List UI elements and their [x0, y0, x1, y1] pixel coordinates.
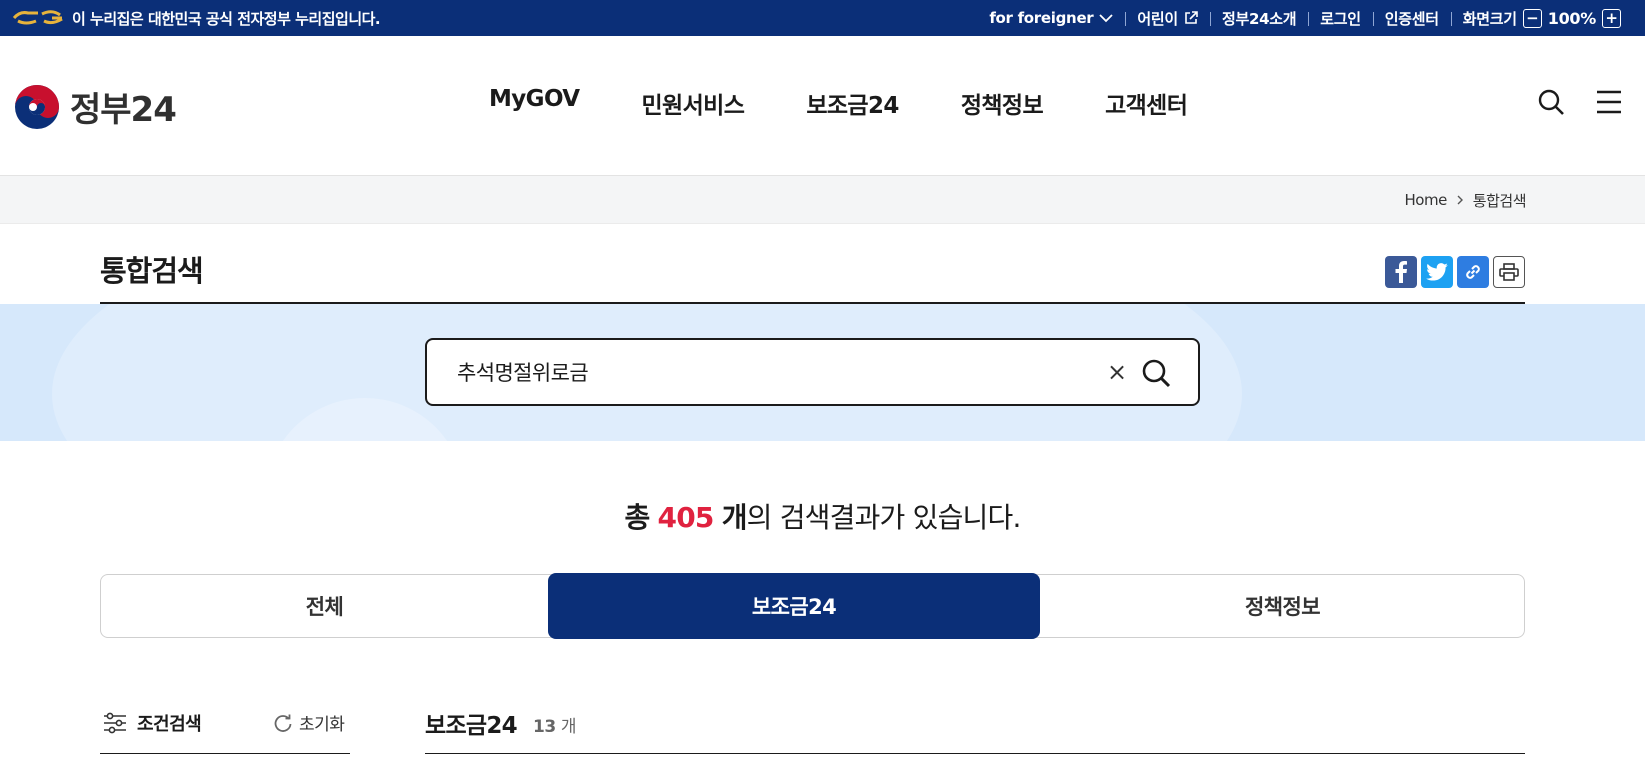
nav-item-policy-info[interactable]: 정책정보 — [961, 86, 1044, 120]
result-prefix: 총 — [624, 501, 650, 534]
nav-item-mygov[interactable]: MyGOV — [489, 86, 580, 120]
tab-all[interactable]: 전체 — [101, 574, 548, 638]
copy-link-button[interactable] — [1457, 256, 1489, 288]
facebook-share-button[interactable] — [1385, 256, 1417, 288]
search-input[interactable] — [457, 340, 1057, 404]
foreigner-label: for foreigner — [989, 9, 1094, 27]
gov-notice-text: 이 누리집은 대한민국 공식 전자정부 누리집입니다. — [72, 9, 381, 28]
link-icon — [1466, 265, 1480, 279]
site-header: 정부24 MyGOV 민원서비스 보조금24 정책정보 고객센터 — [0, 36, 1645, 176]
print-button[interactable] — [1493, 256, 1525, 288]
taegeuk-logo-icon — [15, 84, 59, 129]
filter-panel-header: 조건검색 초기화 — [100, 700, 350, 754]
page-title-row: 통합검색 — [100, 224, 1525, 304]
kids-label: 어린이 — [1137, 9, 1178, 28]
zoom-control: 화면크기 − 100% + — [1450, 8, 1633, 29]
zoom-out-button[interactable]: − — [1522, 8, 1542, 28]
login-label: 로그인 — [1320, 9, 1361, 28]
reset-filter-button[interactable]: 초기화 — [273, 710, 345, 735]
kids-link[interactable]: 어린이 — [1125, 8, 1210, 29]
twitter-icon — [1426, 263, 1448, 281]
condition-search-toggle[interactable]: 조건검색 — [103, 710, 202, 736]
printer-icon — [1499, 263, 1519, 281]
about-label: 정부24소개 — [1221, 9, 1297, 28]
tab-policy-info[interactable]: 정책정보 — [1040, 574, 1525, 638]
foreigner-menu[interactable]: for foreigner — [977, 9, 1125, 27]
share-buttons — [1385, 256, 1525, 288]
facebook-icon — [1395, 261, 1407, 283]
twitter-share-button[interactable] — [1421, 256, 1453, 288]
chevron-right-icon — [1457, 195, 1463, 205]
top-utility-bar: 이 누리집은 대한민국 공식 전자정부 누리집입니다. for foreigne… — [0, 0, 1645, 36]
section-count: 13 개 — [533, 712, 577, 737]
login-link[interactable]: 로그인 — [1308, 8, 1373, 29]
zoom-value: 100% — [1547, 8, 1597, 28]
search-icon[interactable] — [1537, 88, 1565, 116]
breadcrumb-home[interactable]: Home — [1405, 191, 1448, 209]
nav-item-subsidy24[interactable]: 보조금24 — [806, 86, 899, 120]
section-header: 보조금24 13 개 — [425, 700, 1525, 754]
section-count-number: 13 — [533, 717, 556, 737]
zoom-in-button[interactable]: + — [1602, 8, 1621, 28]
cert-label: 인증센터 — [1384, 9, 1439, 28]
sliders-icon — [104, 712, 126, 734]
breadcrumb-band: Home 통합검색 — [0, 176, 1645, 224]
zoom-label: 화면크기 — [1462, 9, 1517, 28]
main-nav: MyGOV 민원서비스 보조금24 정책정보 고객센터 — [489, 86, 1188, 120]
utility-menu: for foreigner 어린이 정부24소개 로그인 인증센터 화면크기 −… — [977, 0, 1633, 36]
search-icon — [1142, 359, 1171, 388]
result-number: 405 — [657, 501, 715, 534]
condition-search-label: 조건검색 — [137, 714, 202, 735]
nav-item-civil-service[interactable]: 민원서비스 — [642, 86, 745, 120]
header-actions — [1537, 88, 1623, 116]
nav-item-customer-center[interactable]: 고객센터 — [1105, 86, 1188, 120]
cert-center-link[interactable]: 인증센터 — [1372, 8, 1451, 29]
gov-notice: 이 누리집은 대한민국 공식 전자정부 누리집입니다. — [12, 0, 381, 36]
search-box: × — [425, 338, 1200, 406]
search-submit-button[interactable] — [1139, 356, 1173, 390]
result-count: 총 405 개의 검색결과가 있습니다. — [0, 496, 1645, 536]
search-band: × — [0, 304, 1645, 441]
result-tabs: 전체 보조금24 정책정보 — [100, 573, 1525, 639]
breadcrumb: Home 통합검색 — [1405, 176, 1527, 224]
chevron-down-icon — [1099, 14, 1114, 23]
site-logo[interactable]: 정부24 — [14, 82, 177, 131]
reset-label: 초기화 — [299, 715, 345, 735]
egov-logo-icon — [12, 10, 63, 25]
result-unit: 개 — [721, 501, 748, 534]
result-suffix: 의 검색결과가 있습니다. — [746, 501, 1022, 534]
logo-text: 정부24 — [70, 90, 177, 130]
section-title: 보조금24 — [425, 713, 518, 739]
refresh-icon — [274, 714, 292, 732]
breadcrumb-current: 통합검색 — [1472, 191, 1527, 210]
hamburger-menu-icon[interactable] — [1595, 89, 1623, 115]
section-count-unit: 개 — [560, 717, 577, 737]
about-link[interactable]: 정부24소개 — [1209, 8, 1308, 29]
tab-subsidy24[interactable]: 보조금24 — [548, 573, 1040, 639]
page-title: 통합검색 — [100, 254, 204, 288]
external-link-icon — [1185, 11, 1198, 24]
clear-search-button[interactable]: × — [1103, 358, 1131, 386]
